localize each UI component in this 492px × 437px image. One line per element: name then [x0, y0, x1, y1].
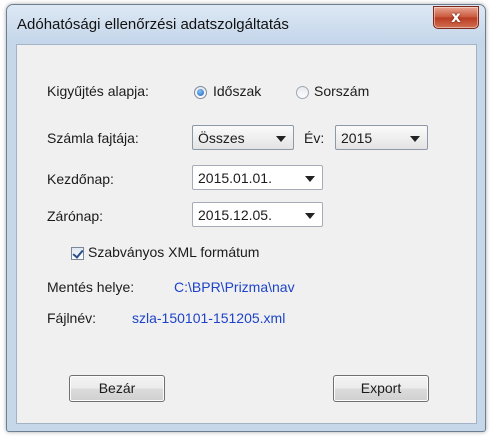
radio-period-label[interactable]: Időszak [213, 83, 261, 99]
end-date-picker[interactable]: 2015.12.05. [192, 202, 323, 227]
collection-basis-label: Kigyűjtés alapja: [47, 83, 149, 99]
invoice-type-label: Számla fajtája: [47, 130, 139, 146]
radio-period[interactable] [194, 86, 207, 99]
close-button[interactable]: Bezár [69, 375, 165, 402]
dialog-body: Kigyűjtés alapja: Időszak Sorszám Számla… [16, 44, 477, 424]
start-date-label: Kezdőnap: [47, 171, 114, 187]
year-select[interactable]: 2015 [335, 125, 428, 150]
chevron-down-icon [305, 176, 315, 182]
save-location-label: Mentés helye: [47, 279, 135, 295]
chevron-down-icon [276, 136, 286, 142]
end-date-value: 2015.12.05. [198, 207, 272, 223]
year-label: Év: [304, 130, 325, 146]
radio-serial[interactable] [296, 86, 309, 99]
xml-format-checkbox[interactable] [71, 247, 84, 260]
close-window-button[interactable]: x [433, 6, 479, 29]
filename-label: Fájlnév: [47, 310, 97, 326]
start-date-picker[interactable]: 2015.01.01. [192, 165, 323, 190]
window-title: Adóhatósági ellenőrzési adatszolgáltatás [17, 16, 289, 33]
chevron-down-icon [410, 136, 420, 142]
save-location-path[interactable]: C:\BPR\Prizma\nav [174, 279, 295, 295]
dialog-window: Adóhatósági ellenőrzési adatszolgáltatás… [6, 4, 486, 432]
radio-serial-label[interactable]: Sorszám [314, 83, 369, 99]
title-bar[interactable]: Adóhatósági ellenőrzési adatszolgáltatás… [7, 5, 485, 43]
invoice-type-select[interactable]: Összes [192, 125, 294, 150]
year-value: 2015 [341, 130, 373, 146]
end-date-label: Zárónap: [47, 208, 104, 224]
export-button[interactable]: Export [333, 375, 429, 402]
close-icon: x [451, 8, 461, 26]
start-date-value: 2015.01.01. [198, 170, 272, 186]
filename-value[interactable]: szla-150101-151205.xml [132, 310, 285, 326]
chevron-down-icon [305, 213, 315, 219]
xml-format-label[interactable]: Szabványos XML formátum [88, 244, 259, 260]
invoice-type-value: Összes [198, 130, 245, 146]
